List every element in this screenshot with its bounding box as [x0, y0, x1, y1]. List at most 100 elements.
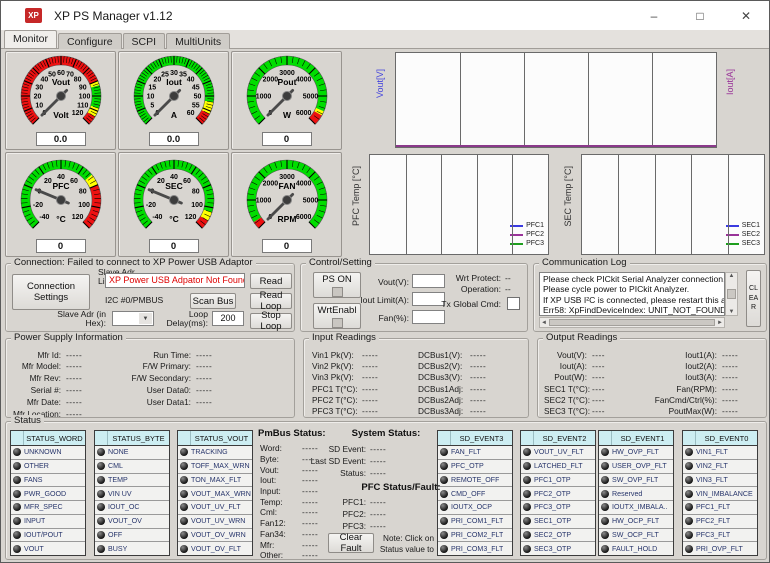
- legend-label: SEC2: [742, 231, 760, 238]
- status-flag-label: SEC1_OTP: [534, 517, 571, 525]
- scroll-left-icon[interactable]: ◄: [541, 320, 547, 326]
- legend-label: PFC3: [526, 240, 544, 247]
- fan-gauge-value: 0: [262, 239, 312, 253]
- monitor-tab-content: 0102030405060708090100110120VoutVolt 0.0…: [1, 49, 770, 563]
- clear-fault-button[interactable]: Clear Fault: [328, 533, 374, 553]
- iout-trace-line: [396, 145, 716, 147]
- comm-log-hscrollbar[interactable]: ◄ ►: [539, 317, 725, 328]
- reading-label: Iout1(A):: [638, 350, 722, 360]
- gauge-pfc-temp: -40-20020406080100120PFC°C 0: [5, 152, 116, 257]
- reading-value: -----: [66, 361, 118, 371]
- iout-limit-label: Iout Limit(A):: [355, 295, 409, 305]
- reading-value: -----: [722, 350, 766, 360]
- reading-value: -----: [470, 384, 510, 394]
- svg-text:100: 100: [191, 202, 203, 209]
- vout-set-field[interactable]: [412, 274, 445, 288]
- reading-label: Vin3 Pk(V):: [312, 372, 362, 382]
- status-table-header: STATUS_BYTE: [95, 431, 169, 446]
- reading-value: -----: [362, 406, 402, 416]
- wrt-enabl-button[interactable]: WrtEnabl: [313, 303, 361, 329]
- comm-log-vscrollbar[interactable]: ▲ ▼: [725, 272, 738, 316]
- svg-text:°C: °C: [169, 214, 179, 224]
- gauge-vout: 0102030405060708090100110120VoutVolt 0.0: [5, 51, 116, 150]
- status-row: USER_OVP_FLT: [599, 460, 673, 474]
- status-flag-label: VOUT: [24, 545, 44, 553]
- status-row: VOUT_UV_WRN: [178, 515, 252, 529]
- reading-value: -----: [722, 395, 766, 405]
- status-value-row: Last SD Event:-----: [306, 455, 426, 467]
- status-row: PFC_OTP: [438, 460, 512, 474]
- status-flag-label: SW_OCP_FLT: [612, 531, 659, 539]
- connection-settings-button[interactable]: Connection Settings: [12, 274, 90, 310]
- status-row: PFC2_OTP: [521, 487, 595, 501]
- fan-set-field[interactable]: [412, 310, 445, 324]
- maximize-button[interactable]: □: [677, 1, 723, 30]
- status-value[interactable]: -----: [302, 486, 346, 496]
- stop-loop-button[interactable]: Stop Loop: [250, 313, 292, 329]
- tab-scpi[interactable]: SCPI: [123, 33, 166, 49]
- loop-delay-field[interactable]: 200: [212, 311, 244, 326]
- status-flag-label: PRI_COM1_FLT: [451, 517, 503, 525]
- status-row: VIN2_FLT: [683, 460, 757, 474]
- svg-text:40: 40: [187, 77, 195, 84]
- scroll-down-icon[interactable]: ▼: [729, 309, 735, 315]
- tab-multiunits[interactable]: MultiUnits: [166, 33, 230, 49]
- adaptor-status-field[interactable]: XP Power USB Adpator Not Found: [105, 273, 245, 288]
- status-led-icon: [601, 531, 609, 539]
- clear-log-button[interactable]: CLEAR: [746, 270, 761, 327]
- reading-label: User Data0:: [118, 385, 196, 395]
- status-value[interactable]: -----: [370, 468, 426, 478]
- status-row: VOUT_OV: [95, 515, 169, 529]
- close-button[interactable]: ✕: [723, 1, 769, 30]
- legend-entry: SEC2: [726, 230, 760, 239]
- status-row: SEC1_OTP: [521, 515, 595, 529]
- status-value[interactable]: -----: [370, 509, 420, 519]
- bus-label: I2C #0/PMBUS: [105, 295, 163, 305]
- scan-bus-button[interactable]: Scan Bus: [190, 293, 236, 309]
- status-row: IOUTX_OCP: [438, 501, 512, 515]
- status-led-icon: [13, 545, 21, 553]
- status-flag-label: IOUT_OC: [108, 503, 140, 511]
- status-row: FAULT_HOLD: [599, 542, 673, 555]
- reading-label: DCBus1Adj:: [418, 384, 470, 394]
- reading-value: -----: [196, 361, 252, 371]
- scroll-up-icon[interactable]: ▲: [729, 273, 735, 279]
- svg-text:120: 120: [185, 214, 197, 221]
- read-button[interactable]: Read: [250, 273, 292, 289]
- read-loop-button[interactable]: Read Loop: [250, 293, 292, 309]
- status-row: PFC3_OTP: [521, 501, 595, 515]
- svg-text:1000: 1000: [256, 93, 272, 100]
- svg-text:40: 40: [57, 174, 65, 181]
- status-row: IOUT/POUT: [11, 529, 85, 543]
- comm-log-textbox[interactable]: Please check PICkit Serial Analyzer conn…: [539, 272, 725, 316]
- readings-row: Mfr Id:-----Run Time:-----: [8, 349, 292, 360]
- legend-label: SEC3: [742, 240, 760, 247]
- chevron-down-icon[interactable]: ▼: [139, 313, 152, 324]
- status-row: PFC1_FLT: [683, 501, 757, 515]
- status-table-title: STATUS_BYTE: [108, 434, 169, 443]
- status-flag-label: TON_MAX_FLT: [191, 476, 241, 484]
- scroll-right-icon[interactable]: ►: [717, 320, 723, 326]
- tx-global-checkbox[interactable]: [507, 297, 520, 310]
- status-led-icon: [601, 545, 609, 553]
- slave-adr-dropdown[interactable]: ▼: [112, 311, 154, 326]
- status-value[interactable]: -----: [370, 497, 420, 507]
- tab-configure[interactable]: Configure: [58, 33, 122, 49]
- status-value-label: Cml:: [260, 507, 302, 517]
- status-value[interactable]: -----: [370, 456, 426, 466]
- reading-label: Run Time:: [118, 350, 196, 360]
- comm-log-line: Please check XP USB I²C connection: [543, 315, 721, 316]
- reading-label: Fan(RPM):: [638, 384, 722, 394]
- status-table-title: STATUS_WORD: [24, 434, 85, 443]
- tab-monitor[interactable]: Monitor: [4, 30, 57, 48]
- minimize-button[interactable]: –: [631, 1, 677, 30]
- status-flag-label: USER_OVP_FLT: [612, 462, 667, 470]
- status-value-label: Temp:: [260, 497, 302, 507]
- status-value[interactable]: -----: [370, 444, 426, 454]
- ps-on-button[interactable]: PS ON: [313, 272, 361, 298]
- sec-temp-axis-label: SEC Temp [°C]: [563, 166, 573, 226]
- hscroll-thumb[interactable]: [549, 319, 715, 326]
- vscroll-thumb[interactable]: [727, 289, 736, 299]
- status-flag-label: VOUT_OV_WRN: [191, 531, 246, 539]
- status-value[interactable]: -----: [370, 521, 420, 531]
